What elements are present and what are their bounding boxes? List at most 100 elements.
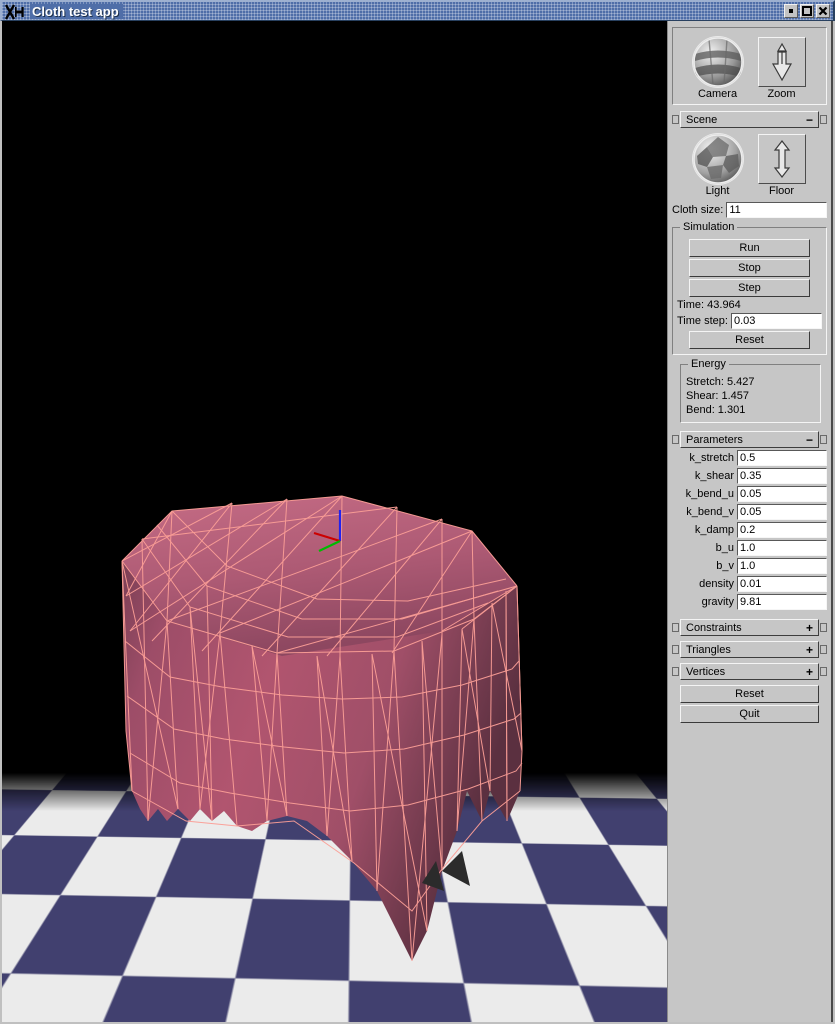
zoom-control[interactable]: Zoom — [754, 37, 810, 100]
param-row: k_bend_v 0.05 — [672, 504, 827, 520]
vertices-section-header[interactable]: Vertices + — [672, 663, 827, 680]
param-input[interactable]: 0.05 — [737, 486, 827, 502]
param-input[interactable]: 0.5 — [737, 450, 827, 466]
footer-buttons: Reset Quit — [668, 685, 831, 723]
trackball-sphere-icon[interactable] — [693, 37, 743, 87]
param-input[interactable]: 0.35 — [737, 468, 827, 484]
time-step-label: Time step: — [677, 315, 728, 327]
cloth-size-input[interactable]: 11 — [726, 202, 827, 218]
title-bar[interactable]: Cloth test app — [0, 0, 835, 21]
triangles-nub-right — [820, 645, 827, 654]
constraints-toggle-sign[interactable]: + — [806, 623, 813, 633]
vertices-title: Vertices — [686, 666, 725, 678]
sim-time-text: Time: 43.964 — [677, 299, 822, 311]
simulation-group: Simulation Run Stop Step Time: 43.964 Ti… — [672, 227, 827, 355]
sim-reset-wrap: Reset — [677, 331, 822, 349]
parameters-nub-left — [672, 435, 679, 444]
constraints-toggle-bar[interactable]: Constraints + — [680, 619, 819, 636]
vertices-nub-right — [820, 667, 827, 676]
quit-button[interactable]: Quit — [680, 705, 819, 723]
param-row: k_shear 0.35 — [672, 468, 827, 484]
param-label: k_damp — [672, 524, 734, 536]
parameters-toggle-sign[interactable]: − — [806, 435, 813, 445]
param-row: b_v 1.0 — [672, 558, 827, 574]
parameters-body: k_stretch 0.5 k_shear 0.35 k_bend_u 0.05… — [672, 450, 827, 610]
stop-button[interactable]: Stop — [689, 259, 810, 277]
window-title: Cloth test app — [30, 4, 123, 19]
window-controls — [784, 4, 830, 18]
application-window: Cloth test app Camera Zoom Scene − Light… — [0, 0, 835, 1024]
camera-trackball-row: Camera Zoom — [677, 33, 822, 100]
x11-logo-icon — [5, 4, 27, 20]
param-label: gravity — [672, 596, 734, 608]
3d-cloth-viewport[interactable] — [2, 21, 667, 1022]
light-floor-row: Light Floor — [672, 130, 827, 197]
constraints-title: Constraints — [686, 622, 742, 634]
parameters-section-header[interactable]: Parameters − — [672, 431, 827, 448]
time-step-input[interactable]: 0.03 — [731, 313, 822, 329]
light-trackball[interactable]: Light — [690, 134, 746, 197]
maximize-button[interactable] — [800, 4, 814, 18]
control-panel: Camera Zoom Scene − Light Floor Cloth si… — [667, 21, 833, 1022]
triangles-nub-left — [672, 645, 679, 654]
energy-shear: Shear: 1.457 — [686, 390, 815, 402]
triangles-toggle-bar[interactable]: Triangles + — [680, 641, 819, 658]
simulation-title: Simulation — [680, 221, 737, 233]
param-label: k_shear — [672, 470, 734, 482]
run-button[interactable]: Run — [689, 239, 810, 257]
param-label: density — [672, 578, 734, 590]
scene-toggle-sign[interactable]: − — [806, 115, 813, 125]
param-label: k_bend_u — [672, 488, 734, 500]
param-input[interactable]: 1.0 — [737, 540, 827, 556]
reset-button[interactable]: Reset — [680, 685, 819, 703]
triangles-toggle-sign[interactable]: + — [806, 645, 813, 655]
vertices-toggle-sign[interactable]: + — [806, 667, 813, 677]
light-sphere-icon[interactable] — [693, 134, 743, 184]
camera-trackball[interactable]: Camera — [690, 37, 746, 100]
axis-gizmo-icon — [307, 508, 367, 563]
triangles-title: Triangles — [686, 644, 731, 656]
param-row: k_stretch 0.5 — [672, 450, 827, 466]
step-button[interactable]: Step — [689, 279, 810, 297]
scene-section-header[interactable]: Scene − — [672, 111, 827, 128]
vertices-toggle-bar[interactable]: Vertices + — [680, 663, 819, 680]
sim-reset-button[interactable]: Reset — [689, 331, 810, 349]
scene-nub-right — [820, 115, 827, 124]
floor-label: Floor — [769, 185, 794, 197]
param-input[interactable]: 0.2 — [737, 522, 827, 538]
time-step-row: Time step: 0.03 — [677, 313, 822, 329]
parameters-toggle-bar[interactable]: Parameters − — [680, 431, 819, 448]
cloth-size-row: Cloth size: 11 — [672, 202, 827, 218]
close-button[interactable] — [816, 4, 830, 18]
floor-control[interactable]: Floor — [754, 134, 810, 197]
scene-title: Scene — [686, 114, 717, 126]
param-label: k_bend_v — [672, 506, 734, 518]
constraints-nub-left — [672, 623, 679, 632]
triangles-section-header[interactable]: Triangles + — [672, 641, 827, 658]
param-input[interactable]: 0.05 — [737, 504, 827, 520]
param-row: k_damp 0.2 — [672, 522, 827, 538]
constraints-section-header[interactable]: Constraints + — [672, 619, 827, 636]
cloth-mesh — [112, 491, 552, 981]
camera-trackball-label: Camera — [698, 88, 737, 100]
minimize-button[interactable] — [784, 4, 798, 18]
title-bar-left: Cloth test app — [5, 2, 123, 21]
cloth-size-label: Cloth size: — [672, 204, 723, 216]
param-label: k_stretch — [672, 452, 734, 464]
param-input[interactable]: 0.01 — [737, 576, 827, 592]
param-input[interactable]: 1.0 — [737, 558, 827, 574]
zoom-label: Zoom — [767, 88, 795, 100]
vertices-nub-left — [672, 667, 679, 676]
energy-title: Energy — [688, 358, 729, 370]
scene-nub-left — [672, 115, 679, 124]
zoom-arrow-icon[interactable] — [758, 37, 806, 87]
floor-arrow-icon[interactable] — [758, 134, 806, 184]
param-row: b_u 1.0 — [672, 540, 827, 556]
param-label: b_v — [672, 560, 734, 572]
simulation-buttons: Run Stop Step — [677, 239, 822, 297]
param-input[interactable]: 9.81 — [737, 594, 827, 610]
param-row: density 0.01 — [672, 576, 827, 592]
scene-body: Light Floor Cloth size: 11 — [672, 130, 827, 218]
energy-stretch: Stretch: 5.427 — [686, 376, 815, 388]
scene-toggle-bar[interactable]: Scene − — [680, 111, 819, 128]
